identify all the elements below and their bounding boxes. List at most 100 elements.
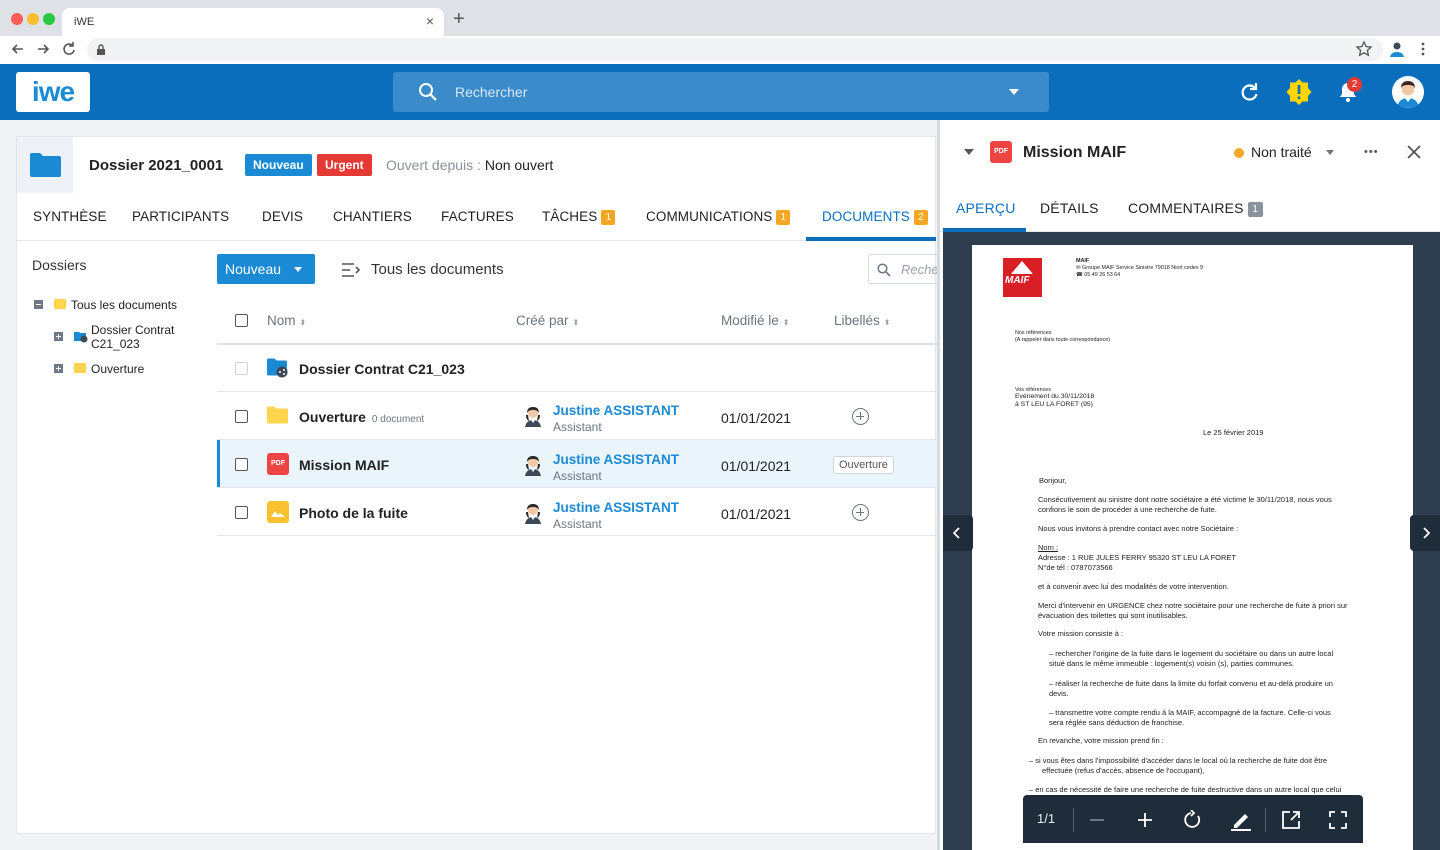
chevron-down-icon[interactable] <box>964 149 974 155</box>
tree-item-ouverture[interactable]: Ouverture <box>91 362 144 376</box>
tab-commentaires[interactable]: COMMENTAIRES 1 <box>1128 200 1263 217</box>
add-label-icon[interactable] <box>852 408 869 425</box>
expand-icon[interactable] <box>54 364 63 373</box>
new-tab-icon[interactable]: + <box>453 9 465 29</box>
row-divider <box>217 391 937 392</box>
fullscreen-icon[interactable] <box>1329 811 1347 829</box>
tree-item-dossier-contrat[interactable]: Dossier Contrat <box>91 323 174 337</box>
modified-date: 01/01/2021 <box>721 506 792 522</box>
more-options-icon[interactable]: ••• <box>1364 146 1379 158</box>
row-checkbox[interactable] <box>235 410 248 423</box>
doc-vref-line1: Evénement du 30/11/2018 <box>1015 393 1095 400</box>
tab-factures[interactable]: FACTURES <box>441 209 514 224</box>
back-arrow-icon[interactable] <box>9 40 27 58</box>
tab-documents-count: 2 <box>913 210 928 225</box>
tab-devis[interactable]: DEVIS <box>262 209 303 224</box>
new-document-button[interactable]: Nouveau <box>217 254 315 284</box>
filter-list-icon[interactable] <box>341 262 361 278</box>
minimize-window-button[interactable] <box>27 13 39 25</box>
browser-menu-icon[interactable] <box>1414 40 1432 58</box>
column-header-name[interactable]: Nom ⬍ <box>267 313 306 328</box>
refresh-icon[interactable] <box>1238 81 1260 103</box>
browser-toolbar <box>0 36 1440 64</box>
row-checkbox[interactable] <box>235 506 248 519</box>
address-bar[interactable] <box>87 38 1383 61</box>
dossier-panel: Dossier 2021_0001 Nouveau Urgent Ouvert … <box>16 136 940 834</box>
modified-date: 01/01/2021 <box>721 410 792 426</box>
tab-participants[interactable]: PARTICIPANTS <box>132 209 229 224</box>
select-all-checkbox[interactable] <box>235 314 248 327</box>
row-name[interactable]: Photo de la fuite <box>299 505 408 521</box>
doc-sender-name: MAIF <box>1076 258 1090 264</box>
caret-down-icon <box>294 267 302 272</box>
row-name-text: Ouverture <box>299 409 366 425</box>
bookmark-star-icon[interactable] <box>1355 40 1373 58</box>
iwe-logo[interactable]: iwe <box>16 72 90 112</box>
forward-arrow-icon[interactable] <box>34 40 52 58</box>
close-window-button[interactable] <box>11 13 23 25</box>
prev-page-button[interactable] <box>943 515 973 551</box>
active-tab-indicator <box>806 237 936 241</box>
filter-label[interactable]: Tous les documents <box>371 261 504 278</box>
tab-synthese[interactable]: SYNTHÈSE <box>33 209 107 224</box>
open-external-icon[interactable] <box>1281 810 1301 830</box>
zoom-in-icon[interactable] <box>1137 812 1153 828</box>
row-checkbox[interactable] <box>235 362 248 375</box>
document-search-input[interactable]: Reche <box>868 254 940 284</box>
mountain-icon <box>271 511 285 517</box>
row-name[interactable]: Mission MAIF <box>299 457 389 473</box>
doc-ref-note: (A rappeler dans toute correspondance) <box>1015 337 1110 343</box>
row-checkbox[interactable] <box>235 458 248 471</box>
creator-name[interactable]: Justine ASSISTANT <box>553 403 679 418</box>
tab-taches[interactable]: TÂCHES 1 <box>542 209 616 225</box>
doc-bullet1-line1: – rechercher l'origine de la fuite dans … <box>1049 649 1334 658</box>
browser-tab[interactable]: iWE × <box>62 8 444 36</box>
chevron-down-icon[interactable] <box>1009 89 1019 95</box>
doc-end2: – en cas de nécessité de faire une reche… <box>1029 785 1342 794</box>
reload-icon[interactable] <box>60 40 78 58</box>
tab-apercu[interactable]: APERÇU <box>956 200 1016 216</box>
add-label-icon[interactable] <box>852 504 869 521</box>
next-page-button[interactable] <box>1410 515 1440 551</box>
chevron-down-icon[interactable] <box>1326 150 1334 155</box>
label-chip[interactable]: Ouverture <box>833 456 894 474</box>
doc-para1-line2: confions le soin de procéder à une reche… <box>1038 505 1217 514</box>
tab-communications[interactable]: COMMUNICATIONS 1 <box>646 209 791 225</box>
shared-folder-icon <box>267 358 288 378</box>
person-avatar-icon <box>525 456 541 476</box>
column-header-created-by[interactable]: Créé par ⬍ <box>516 313 579 328</box>
column-header-labels[interactable]: Libellés ⬍ <box>834 313 890 328</box>
row-name[interactable]: Ouverture 0 document <box>299 409 424 425</box>
tab-documents[interactable]: DOCUMENTS 2 <box>822 209 928 225</box>
doc-bullet3-line2: sera réglée sans déduction de franchise. <box>1049 718 1185 727</box>
column-header-modified[interactable]: Modifié le ⬍ <box>721 313 789 328</box>
pdf-file-icon: PDF <box>990 141 1012 163</box>
annotate-pen-icon[interactable] <box>1229 808 1253 832</box>
expand-icon[interactable] <box>54 332 63 341</box>
maximize-window-button[interactable] <box>43 13 55 25</box>
tab-details[interactable]: DÉTAILS <box>1040 200 1099 216</box>
creator: Justine ASSISTANT Assistant <box>523 452 679 483</box>
doc-para5: Votre mission consiste à : <box>1038 629 1124 638</box>
user-avatar[interactable] <box>1392 76 1424 108</box>
pdf-viewer[interactable]: MAIF MAIF ✉ Groupe MAIF Service Sinistre… <box>943 232 1440 850</box>
tree-item-dossier-contrat-line2[interactable]: C21_023 <box>91 337 140 351</box>
status-dropdown[interactable]: Non traité <box>1251 144 1312 160</box>
alert-icon[interactable] <box>1285 78 1313 106</box>
folder-icon <box>30 153 61 177</box>
global-search-input[interactable]: Rechercher <box>393 72 1049 112</box>
creator-role: Assistant <box>553 420 602 434</box>
preview-panel: PDF Mission MAIF Non traité ••• APERÇU D… <box>937 120 1440 850</box>
row-name[interactable]: Dossier Contrat C21_023 <box>299 361 465 377</box>
profile-icon[interactable] <box>1388 40 1406 58</box>
tab-chantiers[interactable]: CHANTIERS <box>333 209 412 224</box>
rotate-icon[interactable] <box>1183 810 1203 830</box>
tab-close-icon[interactable]: × <box>426 13 434 29</box>
creator-name[interactable]: Justine ASSISTANT <box>553 452 679 467</box>
tree-item-all-documents[interactable]: Tous les documents <box>71 298 177 312</box>
close-icon[interactable] <box>1406 144 1422 160</box>
zoom-out-icon[interactable] <box>1089 812 1105 828</box>
creator-name[interactable]: Justine ASSISTANT <box>553 500 679 515</box>
collapse-icon[interactable] <box>34 300 43 309</box>
folder-icon <box>74 363 86 373</box>
